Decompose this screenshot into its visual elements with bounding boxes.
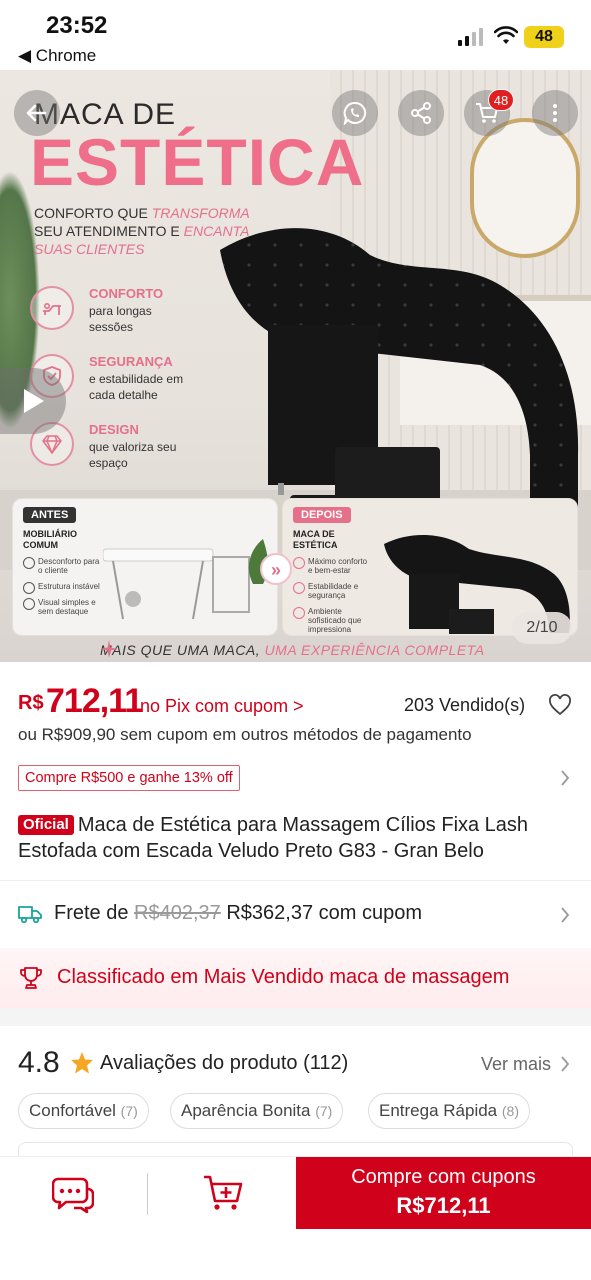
after-heading: MACA DE ESTÉTICA [293, 529, 338, 550]
lounger-icon [30, 286, 74, 330]
battery-indicator: 48 [524, 26, 564, 48]
after-item: Ambiente sofisticado que impressiona [293, 607, 373, 634]
back-to-chrome-link[interactable]: ◀ Chrome [18, 46, 96, 66]
more-options-button[interactable] [532, 90, 578, 136]
reviews-header: 4.8 Avaliações do produto (112) Ver mais [18, 1046, 578, 1082]
double-chevron-right-icon: » [260, 553, 292, 585]
ranking-banner[interactable]: Classificado em Mais Vendido maca de mas… [0, 948, 591, 1008]
back-button[interactable] [14, 90, 60, 136]
pix-coupon-link[interactable]: no Pix com cupom > [140, 696, 304, 717]
review-tag-chip[interactable]: Aparência Bonita (7) [170, 1093, 344, 1129]
chair-image [220, 228, 579, 539]
before-after-comparison: ANTES MOBILIÁRIO COMUM Desconforto para … [12, 498, 578, 636]
status-time: 23:52 [46, 12, 108, 39]
reviews-label: Avaliações do produto (112) [100, 1052, 349, 1074]
see-more-link[interactable]: Ver mais [481, 1054, 551, 1075]
chevron-right-icon [561, 907, 570, 923]
buy-with-coupons-button[interactable]: Compre com cupons R$712,11 [296, 1157, 591, 1229]
after-item: Máximo conforto e bem-estar [293, 557, 373, 575]
price-currency: R$ [18, 692, 44, 714]
price-row: R$ 712,11 no Pix com cupom > 203 Vendido… [18, 682, 578, 722]
before-heading: MOBILIÁRIO COMUM [23, 529, 77, 550]
sparkle-icon [100, 640, 118, 658]
bottom-action-bar: Compre com cupons R$712,11 [0, 1156, 591, 1280]
before-item: Desconforto para o cliente [23, 557, 103, 575]
hero-title-line2: ESTÉTICA [30, 125, 365, 199]
feature-comfort: CONFORTO para longas sessões [30, 286, 240, 356]
ranking-text: Classificado em Mais Vendido maca de mas… [57, 966, 510, 988]
price-value: 712,11 [46, 682, 143, 720]
add-to-cart-icon[interactable] [202, 1173, 244, 1213]
coupon-row[interactable]: Compre R$500 e ganhe 13% off [18, 765, 578, 791]
chevron-right-icon [561, 1056, 570, 1072]
share-icon [411, 102, 431, 124]
basic-table-image [103, 539, 268, 620]
before-card: ANTES MOBILIÁRIO COMUM Desconforto para … [12, 498, 278, 636]
before-item: Visual simples e sem destaque [23, 598, 103, 616]
official-badge: Oficial [18, 815, 74, 835]
before-item: Estrutura instável [23, 582, 103, 594]
status-bar: 23:52 ◀ Chrome 48 [0, 0, 591, 70]
play-video-button[interactable] [0, 368, 66, 434]
vertical-dots-icon [553, 104, 557, 122]
sold-count: 203 Vendido(s) [404, 695, 526, 715]
divider [147, 1173, 148, 1215]
coupon-tag[interactable]: Compre R$500 e ganhe 13% off [18, 765, 240, 791]
shipping-row[interactable]: Frete de R$402,37 R$362,37 com cupom [18, 900, 578, 930]
whatsapp-icon [343, 101, 367, 125]
star-icon [71, 1052, 93, 1074]
product-title-text: Maca de Estética para Massagem Cílios Fi… [18, 814, 529, 862]
product-title: Oficial Maca de Estética para Massagem Cí… [18, 812, 578, 864]
buy-button-label: Compre com cupons [351, 1166, 536, 1188]
wifi-icon [494, 26, 518, 44]
before-tag: ANTES [23, 507, 77, 523]
image-counter: 2/10 [512, 612, 572, 644]
share-button[interactable] [398, 90, 444, 136]
rating-score: 4.8 [18, 1046, 60, 1079]
review-tag-chip[interactable]: Entrega Rápida (8) [368, 1093, 530, 1129]
whatsapp-button[interactable] [332, 90, 378, 136]
section-spacer [0, 1008, 591, 1026]
review-tag-chip[interactable]: Confortável (7) [18, 1093, 149, 1129]
product-image-carousel[interactable]: MACA DE ESTÉTICA CONFORTO QUE TRANSFORMA… [0, 70, 591, 662]
trophy-icon [20, 967, 42, 989]
cart-count-badge: 48 [488, 89, 514, 111]
after-tag: DEPOIS [293, 507, 351, 523]
chevron-right-icon [561, 770, 570, 786]
arrow-left-icon [26, 104, 47, 122]
cell-signal-icon [458, 28, 483, 46]
hero-tagline: MAIS QUE UMA MACA, UMA EXPERIÊNCIA COMPL… [100, 642, 485, 658]
review-tags: Confortável (7) Aparência Bonita (7) Ent… [18, 1093, 578, 1129]
buy-button-price: R$712,11 [396, 1193, 491, 1218]
chat-icon[interactable] [52, 1175, 94, 1213]
shipping-text: Frete de R$402,37 R$362,37 com cupom [54, 902, 423, 924]
heart-icon[interactable] [548, 694, 572, 716]
alternative-price: ou R$909,90 sem cupom em outros métodos … [18, 725, 472, 744]
divider [0, 880, 591, 881]
truck-icon [18, 906, 42, 923]
feature-design: DESIGN que valoriza seu espaço [30, 422, 240, 492]
after-item: Estabilidade e segurança [293, 582, 373, 600]
play-icon [24, 389, 44, 413]
